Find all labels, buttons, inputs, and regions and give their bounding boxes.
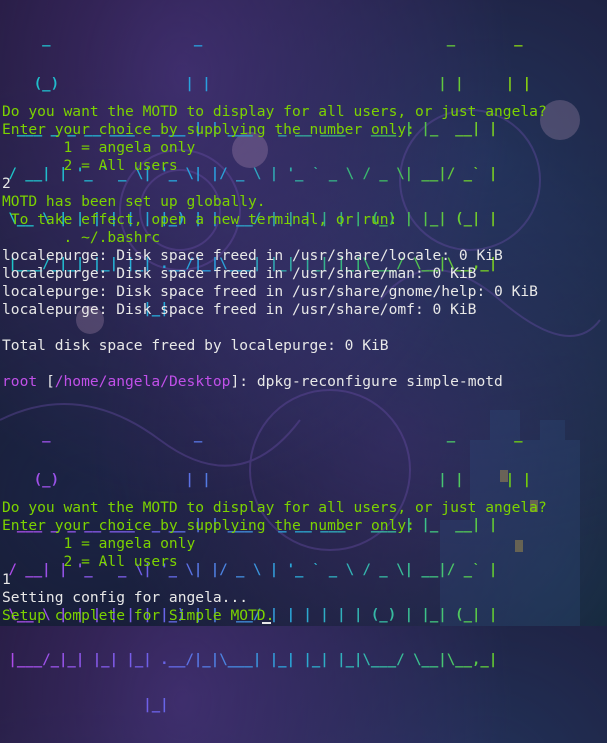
banner-row: |_| xyxy=(0,698,531,713)
text-cursor xyxy=(262,622,271,624)
result-line: MOTD has been set up globally. xyxy=(2,193,266,210)
banner-row: _ _ _ _ xyxy=(0,32,531,47)
user-input: 1 xyxy=(2,571,11,588)
prompt-cwd: /home/angela/Desktop xyxy=(54,373,231,390)
prompt-suffix: ]: xyxy=(230,373,257,390)
option-2: 2 = All users xyxy=(2,157,178,174)
prompt-user: root xyxy=(2,373,38,390)
typed-command: dpkg-reconfigure simple-motd xyxy=(256,373,503,390)
banner-row: _ _ _ _ xyxy=(0,428,531,443)
banner-row: (_) | | | | | | xyxy=(0,76,532,92)
localepurge-line: localepurge: Disk space freed in /usr/sh… xyxy=(2,283,538,300)
localepurge-line: localepurge: Disk space freed in /usr/sh… xyxy=(2,247,503,264)
shell-prompt-line: root [/home/angela/Desktop]: dpkg-reconf… xyxy=(2,373,503,391)
banner-row: (_) | | | | | | xyxy=(0,472,532,488)
result-line: Setup complete for Simple MOTD. xyxy=(2,607,275,624)
option-1: 1 = angela only xyxy=(2,139,196,156)
localepurge-line: localepurge: Disk space freed in /usr/sh… xyxy=(2,301,477,318)
prompt-instruction: Enter your choice by supplying the numbe… xyxy=(2,517,415,534)
option-2: 2 = All users xyxy=(2,553,178,570)
localepurge-line: localepurge: Disk space freed in /usr/sh… xyxy=(2,265,477,282)
result-line: Setting config for angela... xyxy=(2,589,249,606)
result-line: To take effect, open a new terminal, or … xyxy=(2,211,398,228)
prompt-question: Do you want the MOTD to display for all … xyxy=(2,103,547,120)
option-1: 1 = angela only xyxy=(2,535,196,552)
prompt-bracket: [ xyxy=(37,373,55,390)
terminal-window[interactable]: _ _ _ _ (_) | | | | | | ___ _ _ __ ___ _… xyxy=(0,0,607,713)
localepurge-total: Total disk space freed by localepurge: 0… xyxy=(2,337,389,354)
prompt-instruction: Enter your choice by supplying the numbe… xyxy=(2,121,415,138)
result-line: . ~/.bashrc xyxy=(2,229,161,246)
user-input: 2 xyxy=(2,175,11,192)
banner-row: |___/_|_| |_| |_| .__/|_|\___| |_| |_| |… xyxy=(0,653,531,668)
prompt-question: Do you want the MOTD to display for all … xyxy=(2,499,547,516)
